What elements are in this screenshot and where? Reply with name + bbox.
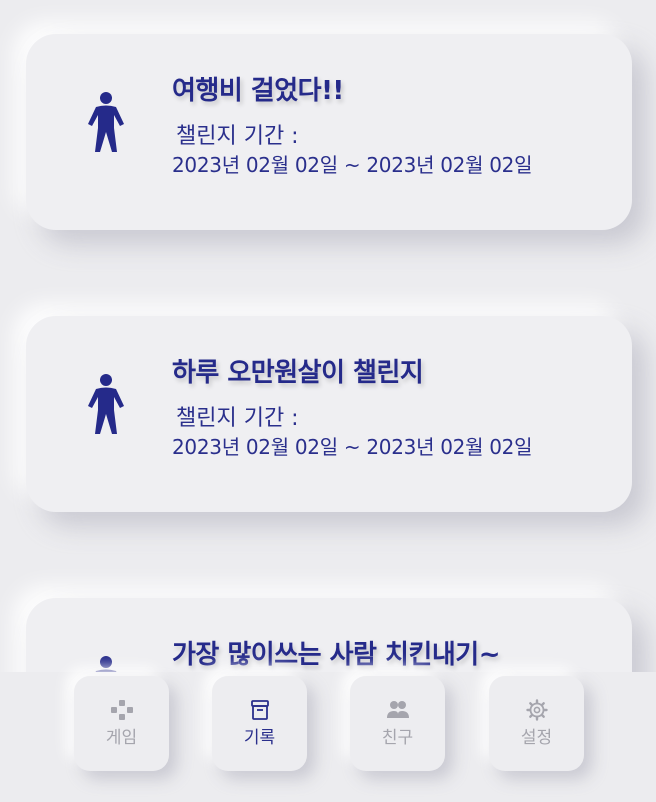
- nav-records-label: 기록: [243, 728, 276, 748]
- nav-records-button[interactable]: 기록: [212, 676, 307, 771]
- nav-friends-label: 친구: [381, 728, 414, 748]
- gamepad-icon: [110, 700, 133, 720]
- challenge-period-value: 2023년 02월 02일 ~ 2023년 02월 02일: [172, 435, 533, 459]
- challenge-period-label: 챌린지 기간 :: [176, 124, 299, 149]
- challenge-title: 하루 오만원살이 챌린지: [172, 358, 424, 388]
- nav-settings-button[interactable]: 설정: [489, 676, 584, 771]
- challenge-title: 여행비 걸었다!!: [172, 76, 344, 106]
- nav-game-label: 게임: [105, 728, 138, 748]
- challenge-card[interactable]: 여행비 걸었다!! 챌린지 기간 : 2023년 02월 02일 ~ 2023년…: [26, 34, 632, 230]
- screen: 여행비 걸었다!! 챌린지 기간 : 2023년 02월 02일 ~ 2023년…: [0, 0, 656, 802]
- gear-icon: [525, 699, 548, 721]
- challenge-period-label: 챌린지 기간 :: [176, 406, 299, 431]
- archive-box-icon: [250, 700, 269, 720]
- person-icon: [88, 374, 124, 434]
- challenge-period-value: 2023년 02월 02일 ~ 2023년 02월 02일: [172, 153, 533, 177]
- challenge-card[interactable]: 하루 오만원살이 챌린지 챌린지 기간 : 2023년 02월 02일 ~ 20…: [26, 316, 632, 512]
- people-icon: [386, 701, 409, 718]
- challenge-title: 가장 많이쓰는 사람 치킨내기~: [172, 640, 500, 670]
- nav-friends-button[interactable]: 친구: [350, 676, 445, 771]
- bottom-nav: 게임 기록 친구 설정: [0, 672, 656, 802]
- nav-game-button[interactable]: 게임: [74, 676, 169, 771]
- nav-settings-label: 설정: [520, 728, 553, 748]
- person-icon: [88, 92, 124, 152]
